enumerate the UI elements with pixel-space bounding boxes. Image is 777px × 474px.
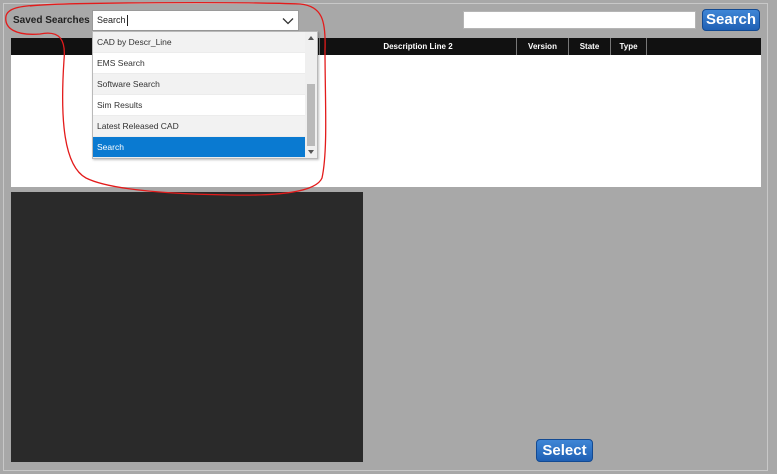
column-header-state[interactable]: State bbox=[569, 38, 611, 55]
saved-searches-dropdown: CAD by Descr_Line EMS Search Software Se… bbox=[92, 31, 318, 159]
column-header-description-line-2[interactable]: Description Line 2 bbox=[319, 38, 517, 55]
search-button[interactable]: Search bbox=[702, 9, 760, 31]
saved-searches-value: Search bbox=[97, 15, 126, 25]
scrollbar-thumb[interactable] bbox=[307, 84, 315, 146]
dropdown-option[interactable]: CAD by Descr_Line bbox=[93, 32, 306, 53]
select-button[interactable]: Select bbox=[536, 439, 593, 462]
saved-searches-label: Saved Searches bbox=[13, 15, 90, 26]
chevron-down-icon[interactable] bbox=[282, 15, 294, 27]
search-input[interactable] bbox=[463, 11, 696, 29]
dropdown-list: CAD by Descr_Line EMS Search Software Se… bbox=[93, 32, 306, 158]
preview-pane bbox=[11, 192, 363, 462]
dropdown-option[interactable]: Software Search bbox=[93, 74, 306, 95]
dropdown-option[interactable]: EMS Search bbox=[93, 53, 306, 74]
column-header-version[interactable]: Version bbox=[517, 38, 569, 55]
dropdown-option-selected[interactable]: Search bbox=[93, 137, 306, 158]
arrow-up-icon[interactable] bbox=[308, 36, 314, 40]
arrow-down-icon[interactable] bbox=[308, 150, 314, 154]
dropdown-option[interactable]: Sim Results bbox=[93, 95, 306, 116]
dropdown-option[interactable]: Latest Released CAD bbox=[93, 116, 306, 137]
column-header-type[interactable]: Type bbox=[611, 38, 647, 55]
saved-searches-select[interactable]: Search bbox=[92, 10, 299, 31]
dropdown-scrollbar[interactable] bbox=[305, 32, 317, 158]
